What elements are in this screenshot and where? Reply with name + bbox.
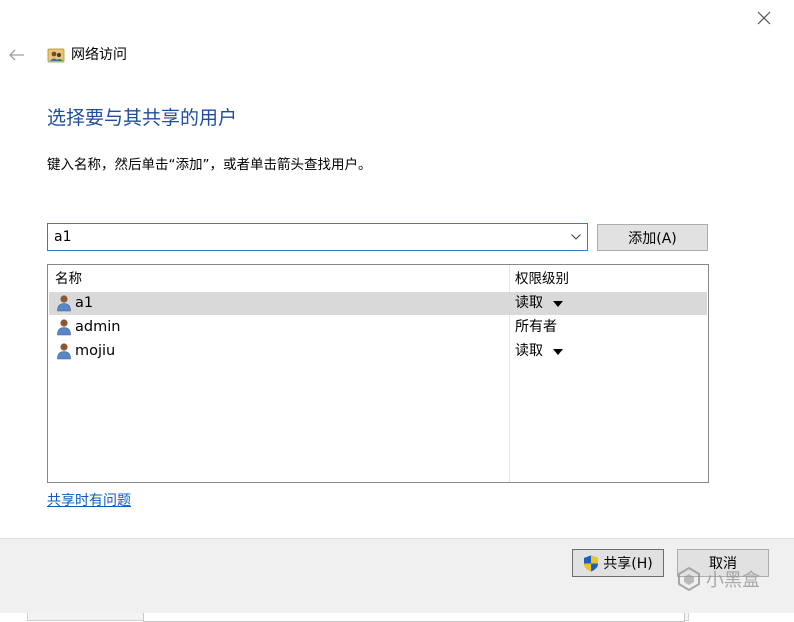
user-name-input[interactable]: a1 [48,229,565,245]
dialog-footer [0,538,794,613]
user-name: admin [75,319,121,335]
window-title: 网络访问 [71,47,127,63]
permission-level-static: 所有者 [515,318,557,337]
dropdown-triangle-icon [553,348,563,355]
add-button[interactable]: 添加(A) [597,224,708,251]
list-row-a1[interactable]: a1 读取 [49,292,707,315]
user-permission-list[interactable]: 名称 权限级别 a1 读取 admin 所有者 mojiu 读取 [47,264,709,483]
watermark-text: 小黑盒 [706,570,760,591]
permission-level: 读取 [515,343,543,359]
back-arrow-icon [9,49,24,61]
list-row-admin[interactable]: admin 所有者 [49,316,707,339]
instruction-text: 键入名称，然后单击“添加”，或者单击箭头查找用户。 [47,157,372,173]
user-name: a1 [75,295,94,311]
close-button[interactable] [748,4,780,32]
dropdown-triangle-icon [553,300,563,307]
network-users-icon [47,46,65,64]
watermark-logo-icon [678,566,700,592]
permission-dropdown[interactable]: 读取 [515,342,563,361]
permission-dropdown[interactable]: 读取 [515,294,563,313]
permission-level: 读取 [515,295,543,311]
user-icon [57,343,71,360]
permission-level: 所有者 [515,319,557,335]
user-name-combobox[interactable]: a1 [47,223,588,251]
column-header-permission[interactable]: 权限级别 [515,270,569,288]
chevron-down-icon [571,234,581,240]
user-icon [57,295,71,312]
user-icon [57,319,71,336]
sharing-help-link[interactable]: 共享时有问题 [47,492,131,510]
user-name: mojiu [75,343,116,359]
close-icon [757,11,771,25]
uac-shield-icon [584,555,599,571]
dropdown-arrow-button[interactable] [565,224,587,250]
column-header-name[interactable]: 名称 [55,270,82,288]
share-button[interactable]: 共享(H) [572,549,664,577]
share-button-label: 共享(H) [603,556,653,572]
page-heading: 选择要与其共享的用户 [47,107,238,129]
list-row-mojiu[interactable]: mojiu 读取 [49,340,707,363]
watermark: 小黑盒 [676,566,760,592]
back-button[interactable] [4,42,30,68]
